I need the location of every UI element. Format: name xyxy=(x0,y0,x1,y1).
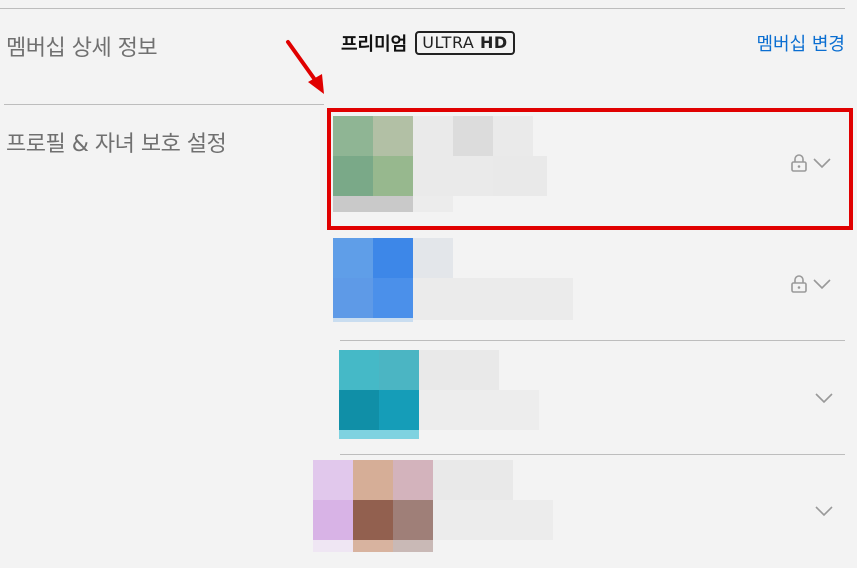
plan-badge-ultra: ULTRA xyxy=(422,33,475,52)
profile-row-2[interactable] xyxy=(333,238,843,328)
arrow-annotation xyxy=(286,40,324,94)
section-divider-left xyxy=(4,104,324,105)
plan-badge-hd: HD xyxy=(479,33,508,52)
top-divider xyxy=(0,8,845,9)
profile-detail-blurred-4 xyxy=(433,500,553,540)
profile-detail-blurred-2 xyxy=(413,278,573,320)
membership-section-label: 멤버십 상세 정보 xyxy=(6,36,158,61)
profile-detail-blurred-3 xyxy=(419,390,539,430)
change-membership-link[interactable]: 멤버십 변경 xyxy=(756,30,845,56)
profile-avatar-3 xyxy=(339,350,419,446)
plan-name: 프리미엄 xyxy=(341,34,408,55)
lock-icon xyxy=(791,275,807,293)
profile-divider-3 xyxy=(340,454,845,455)
profile-name-blurred-2 xyxy=(413,238,453,278)
profile-divider-2 xyxy=(340,340,845,341)
plan-badge: ULTRA HD xyxy=(415,31,515,55)
profile-row-4[interactable] xyxy=(313,460,845,560)
chevron-down-icon[interactable] xyxy=(815,392,833,404)
chevron-down-icon[interactable] xyxy=(813,278,831,290)
chevron-down-icon[interactable] xyxy=(815,505,833,517)
profile-controls-3 xyxy=(815,392,833,404)
profile-name-blurred-4 xyxy=(433,460,513,500)
profile-name-blurred-3 xyxy=(419,350,499,390)
plan-info: 프리미엄 ULTRA HD xyxy=(341,30,515,56)
profiles-section-label: 프로필 & 자녀 보호 설정 xyxy=(6,132,227,157)
profile-row-3[interactable] xyxy=(339,350,845,440)
highlight-box-annotation xyxy=(327,108,853,230)
profile-controls-2 xyxy=(791,275,831,293)
profile-avatar-2 xyxy=(333,238,413,334)
profile-controls-4 xyxy=(815,505,833,517)
profile-avatar-4 xyxy=(313,460,433,556)
